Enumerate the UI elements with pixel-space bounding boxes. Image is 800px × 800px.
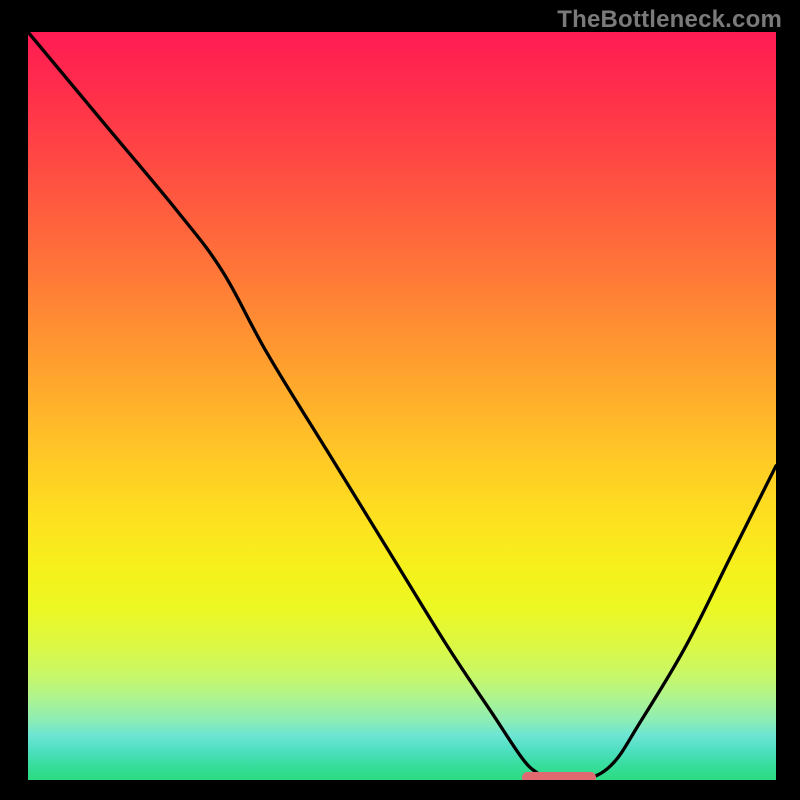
plot-area xyxy=(28,32,776,780)
chart-frame: TheBottleneck.com xyxy=(0,0,800,800)
bottleneck-curve xyxy=(28,32,776,780)
watermark-text: TheBottleneck.com xyxy=(557,6,782,34)
optimal-range-marker xyxy=(522,772,597,780)
